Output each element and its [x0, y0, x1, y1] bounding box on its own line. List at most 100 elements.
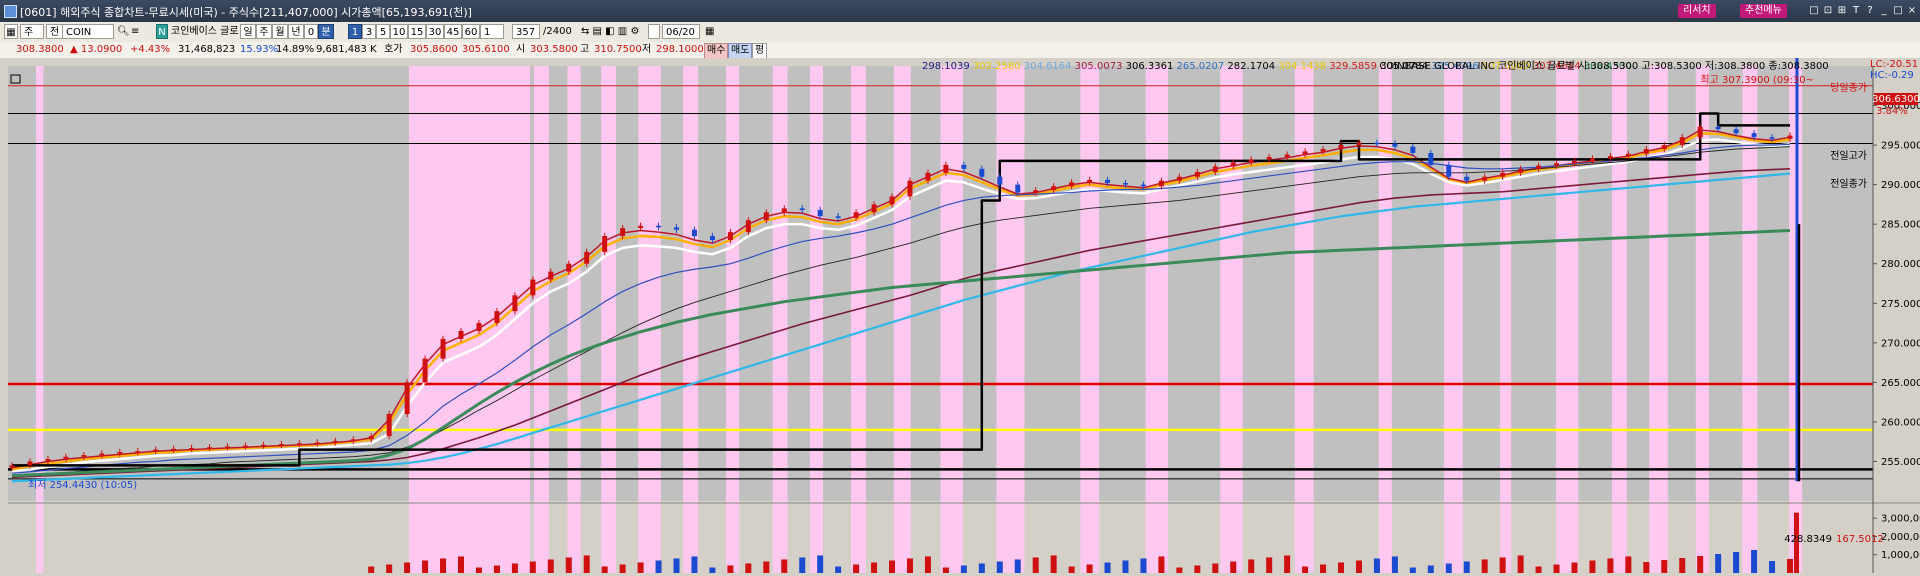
- recommend-menu-button[interactable]: 추천메뉴: [1740, 4, 1787, 18]
- period-custom[interactable]: 1: [480, 24, 504, 39]
- period-45[interactable]: 45: [444, 24, 462, 39]
- minimize-button[interactable]: _: [1878, 5, 1890, 17]
- period-month[interactable]: 월: [272, 24, 288, 39]
- quote-change: ▲ 13.0900: [70, 44, 123, 55]
- volume-bar: [1140, 558, 1147, 573]
- candle-body: [117, 451, 123, 454]
- mode-select[interactable]: 주: [20, 24, 44, 39]
- window-btn-1[interactable]: □: [1808, 5, 1820, 17]
- period-10[interactable]: 10: [390, 24, 408, 39]
- legend-value: 306.3361: [1122, 61, 1173, 72]
- period-minute[interactable]: 분: [318, 24, 334, 39]
- sell-button[interactable]: 매도: [728, 43, 753, 59]
- candle-body: [1446, 164, 1452, 177]
- volume-bar: [673, 558, 680, 573]
- avg-button[interactable]: 평: [752, 43, 768, 59]
- date-input[interactable]: 06/20: [662, 24, 700, 39]
- legend-value: 265.0207: [1173, 61, 1224, 72]
- period-day[interactable]: 일: [240, 24, 256, 39]
- quote-ratio1: 15.93%: [240, 44, 279, 55]
- period-3[interactable]: 3: [362, 24, 376, 39]
- candle-body: [1554, 163, 1560, 166]
- count-input[interactable]: 357: [512, 24, 540, 39]
- y-tick-label: 265.000: [1881, 378, 1920, 389]
- candle-body: [386, 414, 392, 437]
- candle-body: [781, 208, 787, 213]
- volume-bar: [1391, 556, 1398, 573]
- period-5[interactable]: 5: [376, 24, 390, 39]
- candle-body: [961, 164, 967, 169]
- candle-body: [1158, 180, 1164, 187]
- price-chart[interactable]: 255.000 260.000 265.000 270.000 275.000 280.0…: [0, 20, 1920, 573]
- candle-body: [674, 227, 680, 230]
- quote-volume: 31,468,823: [178, 44, 236, 55]
- research-button[interactable]: 리서치: [1678, 4, 1716, 18]
- font-button[interactable]: T: [1850, 5, 1862, 17]
- candle-body: [1248, 159, 1254, 163]
- quote-open-label: 시: [516, 44, 526, 55]
- period-30[interactable]: 30: [426, 24, 444, 39]
- candle-body: [925, 172, 931, 181]
- y-tick-label: 270.000: [1881, 338, 1920, 349]
- help-button[interactable]: ?: [1864, 5, 1876, 17]
- candle-body: [512, 295, 518, 312]
- prev-close-label: 전일종가: [1830, 178, 1867, 190]
- chart-area[interactable]: 255.000 260.000 265.000 270.000 275.000 280.0…: [0, 20, 1920, 573]
- session-band: [1080, 66, 1100, 573]
- legend-value: 282.1704: [1224, 61, 1275, 72]
- quote-high: 310.7500: [594, 44, 642, 55]
- period-0[interactable]: 0: [304, 24, 318, 39]
- volume-bar: [1302, 566, 1309, 573]
- volume-bar: [1158, 556, 1165, 573]
- period-60[interactable]: 60: [462, 24, 480, 39]
- symbol-input[interactable]: COIN: [62, 24, 114, 39]
- volume-bar: [1553, 564, 1560, 573]
- candle-body: [1733, 129, 1739, 134]
- min-low-label: 최저 254.4430 (10:05): [28, 479, 137, 491]
- candle-body: [1625, 153, 1631, 157]
- volume-bar: [1068, 566, 1075, 573]
- chart-tools-icons[interactable]: ⇆ ▤ ◧ ▥ ⚙: [578, 24, 642, 39]
- name-badge: N: [156, 24, 168, 39]
- y-tick-label: 290.000: [1881, 180, 1920, 191]
- volume-bar: [386, 564, 393, 573]
- volume-bar: [1104, 562, 1111, 573]
- volume-bar: [1661, 560, 1668, 573]
- volume-bar: [853, 564, 860, 573]
- volume-bar: [889, 560, 896, 573]
- candle-body: [135, 451, 141, 453]
- volume-bar: [1373, 558, 1380, 573]
- volume-bar: [619, 564, 626, 573]
- prev-high-label: 전일고가: [1830, 150, 1867, 162]
- candle-body: [189, 448, 195, 450]
- close-button[interactable]: ×: [1906, 5, 1918, 17]
- volume-bar: [1445, 563, 1452, 573]
- list-icon[interactable]: ≡: [128, 24, 142, 39]
- candle-body: [638, 225, 644, 229]
- date-checkbox[interactable]: [648, 24, 660, 39]
- quote-high-label: 고: [580, 44, 590, 55]
- window-btn-2[interactable]: ⊡: [1822, 5, 1834, 17]
- period-year[interactable]: 년: [288, 24, 304, 39]
- volume-bar: [1481, 559, 1488, 573]
- grid-icon[interactable]: ▦: [4, 24, 18, 39]
- period-1[interactable]: 1: [348, 24, 362, 39]
- candle-body: [332, 440, 338, 443]
- volume-bar: [637, 562, 644, 573]
- session-band: [996, 66, 1025, 573]
- period-15[interactable]: 15: [408, 24, 426, 39]
- candle-body: [1679, 137, 1685, 146]
- volume-bar: [583, 555, 590, 573]
- period-week[interactable]: 주: [256, 24, 272, 39]
- volume-bar: [1050, 555, 1057, 573]
- candle-body: [1374, 142, 1380, 145]
- calendar-icon[interactable]: ▦: [702, 24, 717, 39]
- candle-body: [27, 461, 33, 466]
- legend-value: 329.5859: [1326, 61, 1377, 72]
- window-btn-3[interactable]: ⊞: [1836, 5, 1848, 17]
- buy-button[interactable]: 매수: [704, 43, 729, 59]
- maximize-button[interactable]: □: [1892, 5, 1904, 17]
- volume-bar: [1607, 558, 1614, 573]
- candle-body: [1464, 176, 1470, 181]
- session-band: [1294, 66, 1314, 573]
